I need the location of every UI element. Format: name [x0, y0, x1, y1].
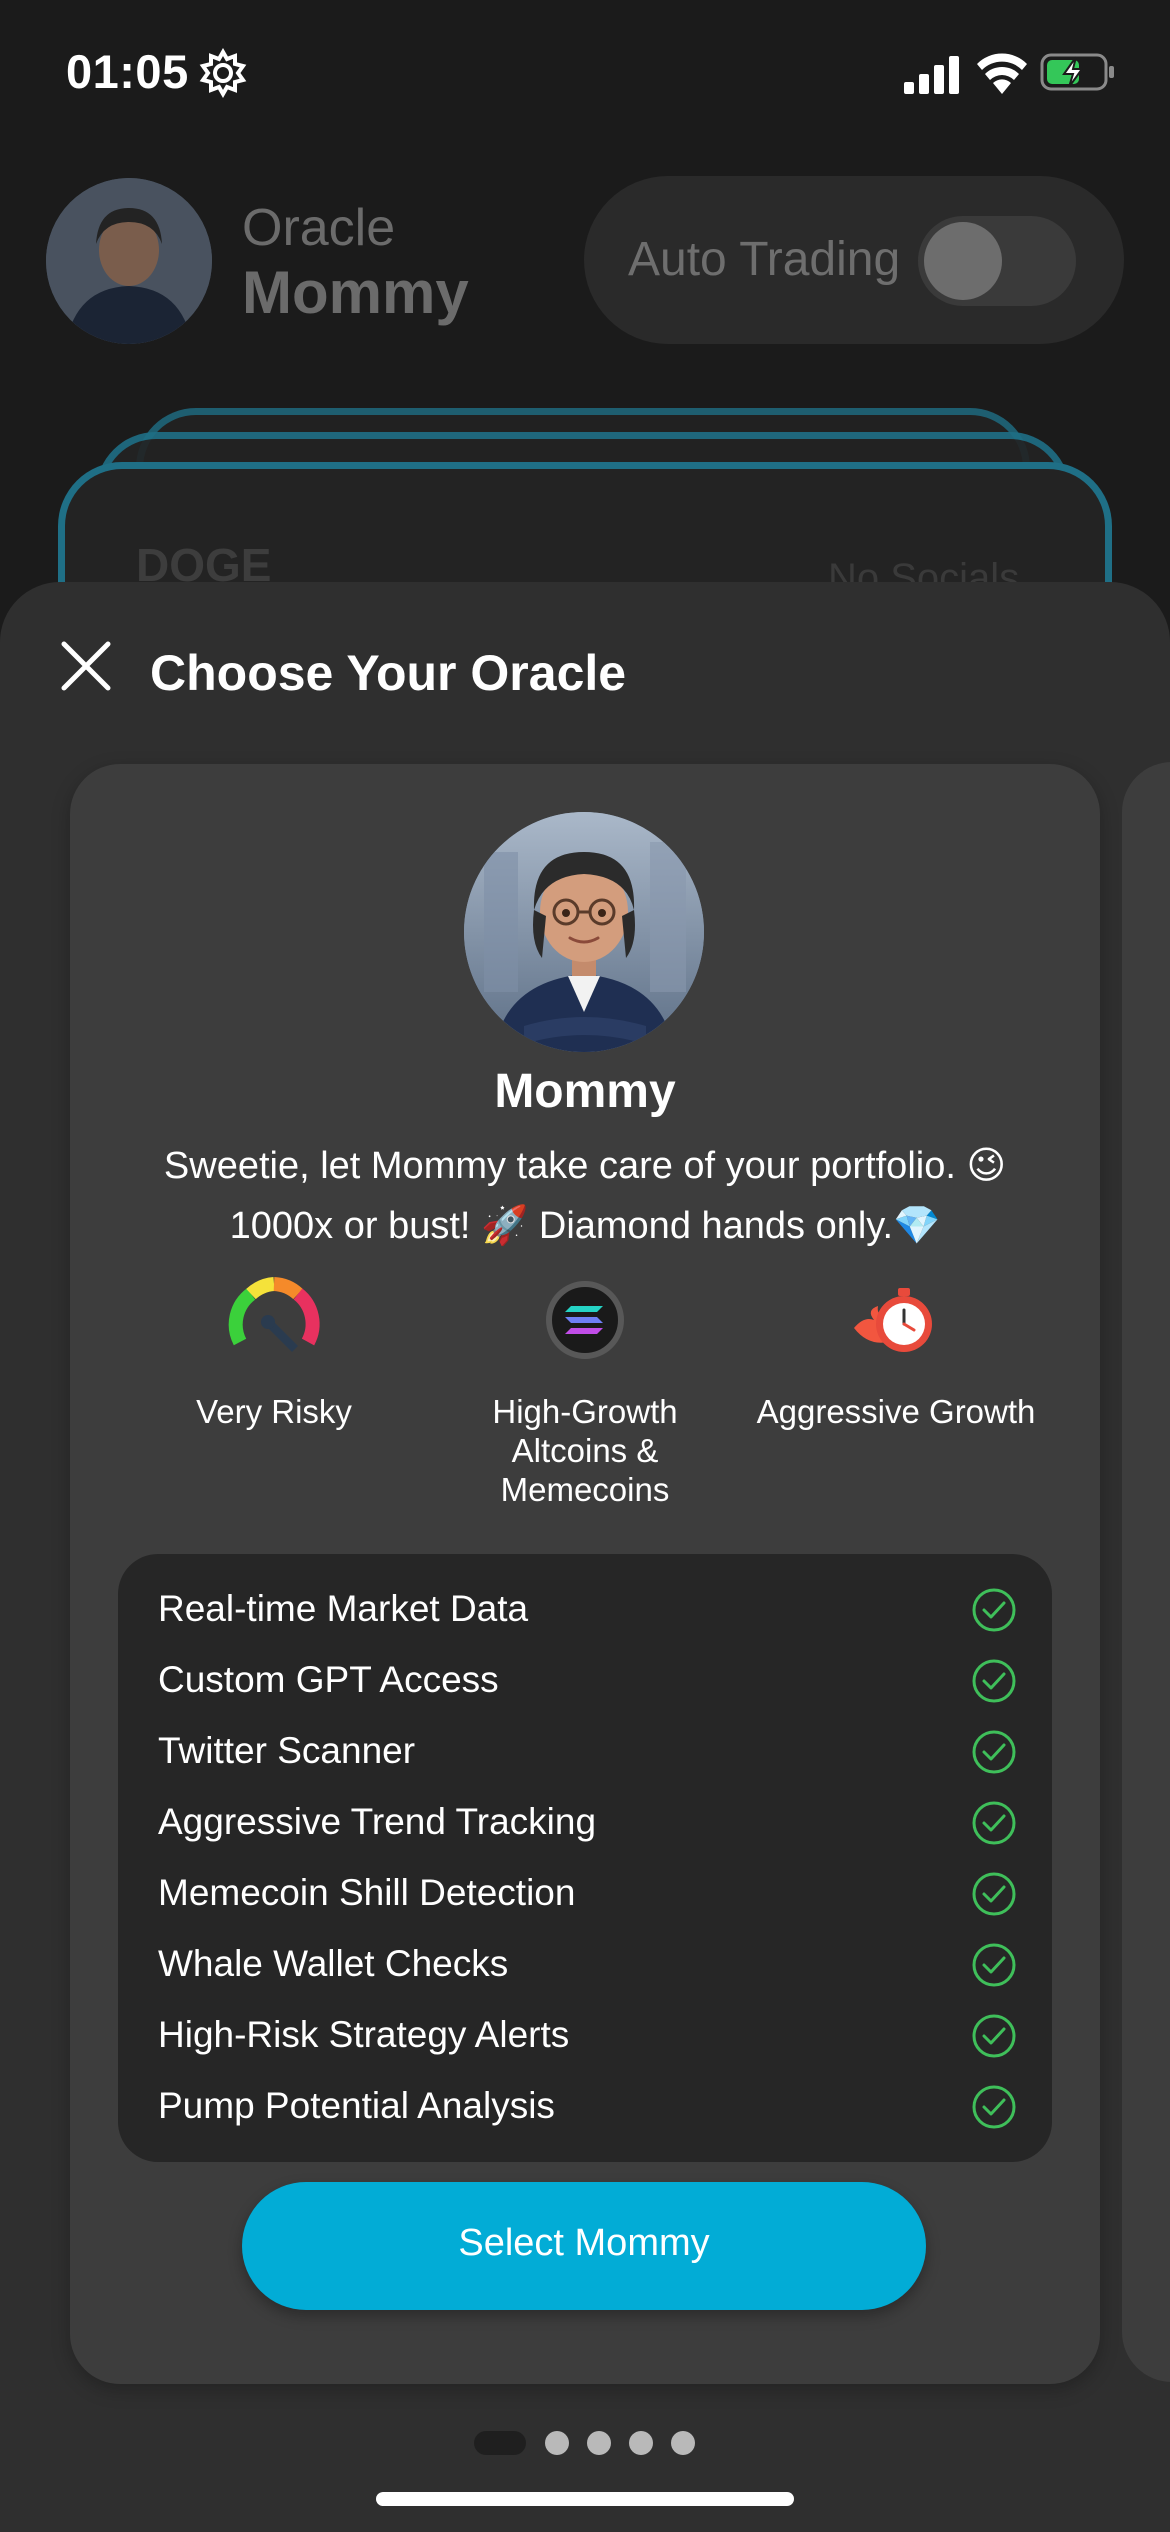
trait-growth: Aggressive Growth — [746, 1272, 1046, 1431]
choose-oracle-sheet: Choose Your Oracle Mommy Sweetie, let Mo… — [0, 582, 1170, 2532]
feature-label: High-Risk Strategy Alerts — [158, 2014, 570, 2055]
pager-dot[interactable] — [587, 2431, 611, 2455]
trait-risk: Very Risky — [124, 1272, 424, 1431]
oracle-tagline: Sweetie, let Mommy take care of your por… — [110, 1136, 1060, 1256]
pager-dot-active[interactable] — [474, 2431, 526, 2455]
trait-label: Very Risky — [196, 1393, 352, 1430]
auto-trading-toggle[interactable] — [918, 216, 1076, 306]
flaming-stopwatch-icon — [854, 1288, 932, 1352]
signal-icon — [904, 56, 959, 94]
sheet-title: Choose Your Oracle — [150, 645, 627, 701]
solana-coin-icon — [546, 1281, 624, 1359]
oracle-tagline-line: 1000x or bust! 🚀 Diamond hands only.💎 — [229, 1205, 941, 1247]
feature-label: Memecoin Shill Detection — [158, 1872, 576, 1913]
check-circle-icon — [972, 2014, 1016, 2058]
pager-dot[interactable] — [545, 2431, 569, 2455]
mommy-portrait-icon — [46, 178, 212, 344]
feature-label: Aggressive Trend Tracking — [158, 1801, 597, 1842]
check-circle-icon — [972, 2085, 1016, 2129]
auto-trading-control: Auto Trading — [584, 176, 1124, 344]
pager-dot[interactable] — [671, 2431, 695, 2455]
feature-row: Pump Potential Analysis — [158, 2073, 1018, 2143]
pager-dot[interactable] — [629, 2431, 653, 2455]
feature-row: Aggressive Trend Tracking — [158, 1789, 1018, 1859]
oracle-name: Mommy — [494, 1065, 676, 1118]
close-icon[interactable] — [58, 638, 114, 694]
select-oracle-label: Select Mommy — [458, 2222, 710, 2264]
toggle-knob — [924, 222, 1002, 300]
oracle-avatar — [464, 812, 704, 1052]
battery-charging-icon — [1040, 53, 1114, 91]
feature-row: Real-time Market Data — [158, 1576, 1018, 1646]
app-header: Oracle Mommy Auto Trading — [0, 150, 1170, 380]
pager-dots — [0, 2431, 1170, 2461]
oracle-tagline-line: Sweetie, let Mommy take care of your por… — [163, 1145, 1007, 1187]
trait-label: Aggressive Growth — [756, 1393, 1036, 1430]
check-circle-icon — [972, 1588, 1016, 1632]
feature-label: Custom GPT Access — [158, 1659, 499, 1700]
check-circle-icon — [972, 1659, 1016, 1703]
oracle-card: Mommy Sweetie, let Mommy take care of yo… — [70, 764, 1100, 2384]
risk-gauge-icon — [228, 1277, 320, 1352]
auto-trading-label: Auto Trading — [628, 233, 901, 286]
gear-icon — [199, 48, 247, 98]
feature-label: Twitter Scanner — [158, 1730, 416, 1771]
header-name-big: Mommy — [242, 259, 469, 326]
feature-label: Real-time Market Data — [158, 1588, 529, 1629]
select-oracle-button[interactable]: Select Mommy — [242, 2182, 926, 2310]
feature-label: Pump Potential Analysis — [158, 2085, 555, 2126]
trait-label: High-Growth Altcoins & Memecoins — [492, 1393, 678, 1508]
feature-row: Custom GPT Access — [158, 1647, 1018, 1717]
feature-row: Whale Wallet Checks — [158, 1931, 1018, 2001]
status-bar: 01:05 — [0, 0, 1170, 150]
feature-label: Whale Wallet Checks — [158, 1943, 509, 1984]
status-time: 01:05 — [66, 45, 189, 98]
header-name-small: Oracle — [242, 199, 396, 257]
check-circle-icon — [972, 1872, 1016, 1916]
next-oracle-card-peek[interactable] — [1122, 762, 1170, 2382]
feature-row: Memecoin Shill Detection — [158, 1860, 1018, 1930]
feature-list: Real-time Market Data Custom GPT Access … — [118, 1554, 1052, 2162]
oracle-avatar-small[interactable] — [46, 178, 212, 344]
mommy-portrait-icon — [464, 812, 704, 1052]
feature-row: Twitter Scanner — [158, 1718, 1018, 1788]
home-indicator[interactable] — [376, 2492, 794, 2506]
feature-row: High-Risk Strategy Alerts — [158, 2002, 1018, 2072]
check-circle-icon — [972, 1801, 1016, 1845]
trait-assets: High-Growth Altcoins & Memecoins — [435, 1272, 735, 1509]
wifi-icon — [977, 53, 1027, 94]
check-circle-icon — [972, 1943, 1016, 1987]
check-circle-icon — [972, 1730, 1016, 1774]
